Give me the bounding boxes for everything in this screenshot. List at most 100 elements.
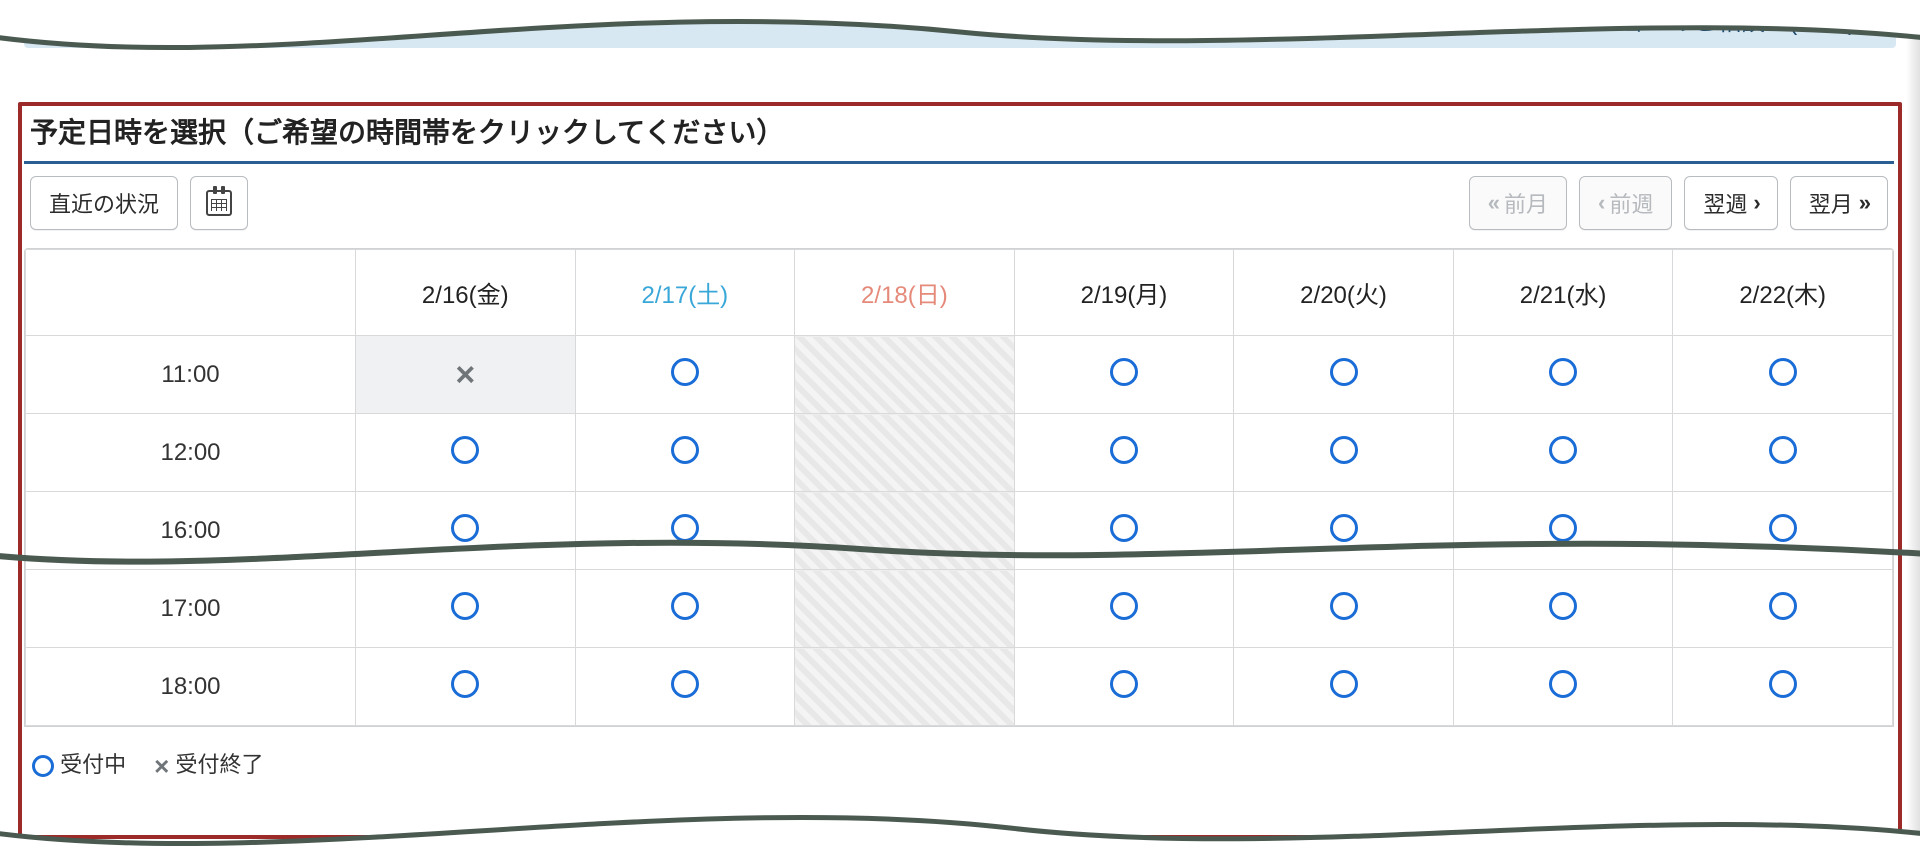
- circle-icon: [1769, 514, 1797, 542]
- circle-icon: [1330, 436, 1358, 464]
- slot-open[interactable]: [575, 648, 795, 726]
- date-header: 2/22(木): [1673, 250, 1893, 336]
- legend-open: 受付中: [32, 747, 126, 779]
- time-label: 16:00: [26, 492, 356, 570]
- date-header: 2/16(金): [356, 250, 576, 336]
- page-shadow: [1906, 0, 1920, 864]
- chevron-right-icon: ›: [1753, 190, 1758, 216]
- calendar-toolbar: 直近の状況 « 前月 ‹ 前週 翌週 › 翌月 »: [24, 176, 1894, 230]
- availability-table: 2/16(金)2/17(土)2/18(日)2/19(月)2/20(火)2/21(…: [25, 249, 1893, 726]
- time-row: 18:00: [26, 648, 1893, 726]
- circle-icon: [1110, 670, 1138, 698]
- circle-icon: [451, 514, 479, 542]
- banner-left-text: ウェブ相談を…: [92, 2, 260, 37]
- slot-open[interactable]: [356, 492, 576, 570]
- date-header: 2/18(日): [795, 250, 1015, 336]
- circle-icon: [1330, 358, 1358, 386]
- circle-icon: [1769, 358, 1797, 386]
- slot-open[interactable]: [575, 492, 795, 570]
- circle-icon: [1330, 592, 1358, 620]
- circle-icon: [1330, 514, 1358, 542]
- slot-open[interactable]: [1673, 648, 1893, 726]
- circle-icon: [451, 436, 479, 464]
- slot-open[interactable]: [1014, 414, 1234, 492]
- circle-icon: [32, 755, 54, 777]
- circle-icon: [1769, 670, 1797, 698]
- prev-month-label: 前月: [1504, 187, 1548, 219]
- slot-open[interactable]: [1673, 414, 1893, 492]
- legend-closed: × 受付終了: [154, 747, 263, 779]
- circle-icon: [671, 514, 699, 542]
- slot-open[interactable]: [1453, 336, 1673, 414]
- calendar-picker-button[interactable]: [190, 176, 248, 230]
- slot-open[interactable]: [356, 648, 576, 726]
- slot-open[interactable]: [356, 414, 576, 492]
- circle-icon: [1549, 436, 1577, 464]
- slot-open[interactable]: [1453, 648, 1673, 726]
- next-week-button[interactable]: 翌週 ›: [1684, 176, 1777, 230]
- prev-month-button: « 前月: [1469, 176, 1567, 230]
- circle-icon: [1110, 358, 1138, 386]
- slot-open[interactable]: [1014, 570, 1234, 648]
- slot-open[interactable]: [356, 570, 576, 648]
- legend-closed-label: 受付終了: [175, 752, 263, 777]
- slot-open[interactable]: [1673, 570, 1893, 648]
- x-icon: ×: [154, 753, 169, 779]
- date-header-row: 2/16(金)2/17(土)2/18(日)2/19(月)2/20(火)2/21(…: [26, 250, 1893, 336]
- slot-open[interactable]: [575, 414, 795, 492]
- x-icon: ×: [455, 358, 475, 392]
- next-month-label: 翌月: [1809, 187, 1853, 219]
- slot-blank: [795, 336, 1015, 414]
- slot-blank: [795, 492, 1015, 570]
- availability-table-wrap: 2/16(金)2/17(土)2/18(日)2/19(月)2/20(火)2/21(…: [24, 248, 1894, 727]
- circle-icon: [1330, 670, 1358, 698]
- circle-icon: [451, 592, 479, 620]
- date-header: 2/19(月): [1014, 250, 1234, 336]
- slot-open[interactable]: [1014, 492, 1234, 570]
- next-month-button[interactable]: 翌月 »: [1790, 176, 1888, 230]
- slot-open[interactable]: [1673, 492, 1893, 570]
- circle-icon: [1769, 436, 1797, 464]
- legend: 受付中 × 受付終了: [24, 727, 1894, 787]
- prev-week-label: 前週: [1609, 187, 1653, 219]
- slot-open[interactable]: [575, 336, 795, 414]
- slot-open[interactable]: [1234, 414, 1454, 492]
- section-title: 予定日時を選択（ご希望の時間帯をクリックしてください）: [24, 105, 1894, 161]
- circle-icon: [1549, 670, 1577, 698]
- chevron-double-right-icon: »: [1859, 190, 1869, 216]
- slot-open[interactable]: [1014, 336, 1234, 414]
- slot-open[interactable]: [1234, 492, 1454, 570]
- calendar-icon: [206, 190, 232, 216]
- circle-icon: [1549, 358, 1577, 386]
- circle-icon: [1769, 592, 1797, 620]
- slot-open[interactable]: [575, 570, 795, 648]
- time-label: 11:00: [26, 336, 356, 414]
- circle-icon: [1110, 592, 1138, 620]
- date-header: 2/20(火): [1234, 250, 1454, 336]
- slot-open[interactable]: [1234, 570, 1454, 648]
- slot-blank: [795, 570, 1015, 648]
- time-label: 17:00: [26, 570, 356, 648]
- time-row: 17:00: [26, 570, 1893, 648]
- circle-icon: [1549, 592, 1577, 620]
- time-header-blank: [26, 250, 356, 336]
- slot-open[interactable]: [1453, 570, 1673, 648]
- slot-open[interactable]: [1234, 648, 1454, 726]
- slot-open[interactable]: [1453, 414, 1673, 492]
- chevron-left-icon: ‹: [1598, 190, 1603, 216]
- legend-open-label: 受付中: [60, 752, 126, 777]
- time-label: 18:00: [26, 648, 356, 726]
- circle-icon: [1549, 514, 1577, 542]
- time-row: 16:00: [26, 492, 1893, 570]
- date-header: 2/21(水): [1453, 250, 1673, 336]
- slot-open[interactable]: [1673, 336, 1893, 414]
- slot-open[interactable]: [1234, 336, 1454, 414]
- circle-icon: [1110, 514, 1138, 542]
- next-week-label: 翌週: [1703, 187, 1747, 219]
- recent-status-button[interactable]: 直近の状況: [30, 176, 178, 230]
- slot-open[interactable]: [1453, 492, 1673, 570]
- time-row: 11:00 ×: [26, 336, 1893, 414]
- slot-open[interactable]: [1014, 648, 1234, 726]
- date-header: 2/17(土): [575, 250, 795, 336]
- check-icon: ✓: [44, 6, 66, 37]
